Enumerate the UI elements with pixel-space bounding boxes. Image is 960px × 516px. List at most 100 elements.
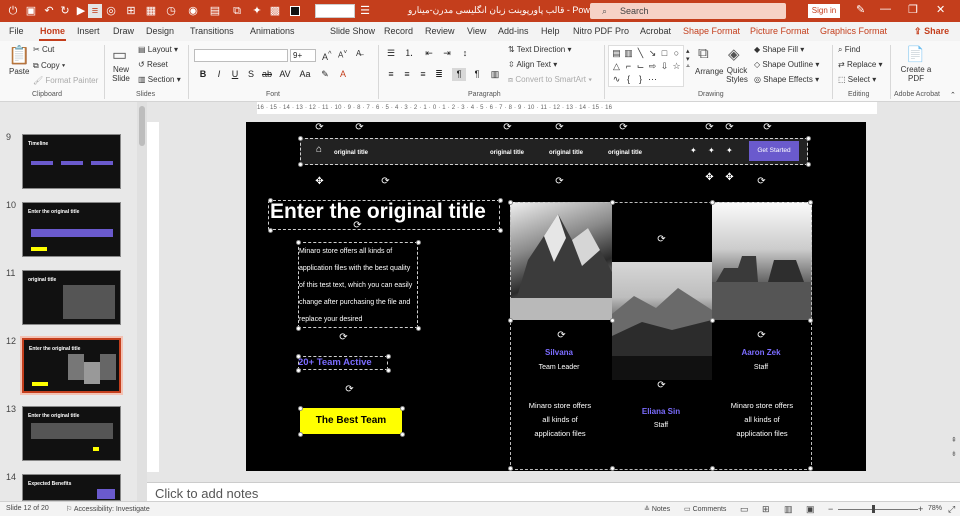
tab-record[interactable]: Record <box>384 26 413 36</box>
resize-handle[interactable] <box>710 466 715 471</box>
picture-icon[interactable]: ▦ <box>144 4 158 18</box>
shadow-icon[interactable]: S <box>244 68 258 81</box>
right-arrow-shape-icon[interactable]: ⇨ <box>647 61 658 71</box>
font-name-input[interactable] <box>194 49 288 62</box>
rotate-handle-icon[interactable]: ⟳ <box>352 220 363 231</box>
slide-thumbnail[interactable]: Timeline <box>22 134 121 189</box>
shape-effects-button[interactable]: ◎ Shape Effects ▾ <box>754 75 819 84</box>
rotate-handle-icon[interactable]: ⟳ <box>656 380 667 391</box>
pen-icon[interactable]: ✎ <box>856 3 865 16</box>
resize-handle[interactable] <box>610 466 615 471</box>
textbox-shape-icon[interactable]: ▤ <box>611 48 622 58</box>
resize-handle[interactable] <box>296 326 301 331</box>
slide-thumbnail[interactable]: Enter the original title <box>22 406 121 461</box>
normal-view-icon[interactable]: ▭ <box>740 504 749 515</box>
tab-animations[interactable]: Animations <box>250 26 295 36</box>
move-handle-icon[interactable]: ✥ <box>314 176 325 187</box>
restore-icon[interactable]: ❐ <box>908 3 918 16</box>
resize-handle[interactable] <box>268 198 273 203</box>
tab-draw[interactable]: Draw <box>113 26 134 36</box>
close-icon[interactable]: ✕ <box>936 3 945 16</box>
replace-button[interactable]: ⇄ Replace ▾ <box>838 60 883 69</box>
resize-handle[interactable] <box>400 432 405 437</box>
move-handle-icon[interactable]: ✥ <box>724 172 735 183</box>
brace-shape-icon[interactable]: { <box>623 74 634 84</box>
zoom-level[interactable]: 78% <box>928 505 942 512</box>
resize-handle[interactable] <box>298 136 303 141</box>
slideshow-view-icon[interactable]: ▣ <box>806 504 815 515</box>
clear-format-icon[interactable]: A̶ <box>356 49 361 58</box>
autosave-icon[interactable]: ⏻ <box>6 4 20 18</box>
layout-button[interactable]: ▤ Layout ▾ <box>138 45 178 54</box>
resize-handle[interactable] <box>806 136 811 141</box>
tab-graphics-format[interactable]: Graphics Format <box>820 26 887 36</box>
scroll-thumb[interactable] <box>139 106 145 146</box>
justify-icon[interactable]: ≣ <box>432 68 446 81</box>
minimize-icon[interactable]: — <box>880 3 891 15</box>
resize-handle[interactable] <box>808 466 813 471</box>
rotate-handle-icon[interactable]: ⟳ <box>756 330 767 341</box>
rtl-icon[interactable]: ¶ <box>452 68 466 81</box>
notes-placeholder[interactable]: Click to add notes <box>155 486 258 501</box>
resize-handle[interactable] <box>508 466 513 471</box>
oval-shape-icon[interactable]: ○ <box>671 48 682 58</box>
resize-handle[interactable] <box>296 240 301 245</box>
font-color-icon[interactable]: A <box>336 68 350 81</box>
save-icon[interactable]: ▣ <box>24 4 38 18</box>
start-from-beginning-icon[interactable]: ▶ <box>74 4 88 18</box>
convert-smartart-button[interactable]: ⧈ Convert to SmartArt ▾ <box>508 75 592 85</box>
tab-design[interactable]: Design <box>146 26 174 36</box>
comments-button[interactable]: ▭ Comments <box>684 505 726 513</box>
tab-review[interactable]: Review <box>425 26 455 36</box>
columns-icon[interactable]: ▥ <box>488 68 502 81</box>
rotate-handle-icon[interactable]: ⟳ <box>502 122 513 133</box>
highlight-icon[interactable]: ✎ <box>318 68 332 81</box>
move-handle-icon[interactable]: ✥ <box>704 172 715 183</box>
zoom-slider[interactable] <box>838 509 918 510</box>
copy-format-icon[interactable]: ⧉ <box>230 4 244 18</box>
share-button[interactable]: ⇪ Share <box>914 26 949 37</box>
resize-handle[interactable] <box>416 240 421 245</box>
tab-insert[interactable]: Insert <box>77 26 100 36</box>
ltr-icon[interactable]: ¶ <box>470 68 484 81</box>
rotate-handle-icon[interactable]: ⟳ <box>724 122 735 133</box>
text-direction-button[interactable]: ⇅ Text Direction ▾ <box>508 45 572 54</box>
quick-styles-button[interactable]: Quick Styles <box>724 66 750 84</box>
resize-handle[interactable] <box>508 318 513 323</box>
tab-file[interactable]: File <box>9 26 24 36</box>
textbox-icon[interactable]: ▤ <box>208 4 222 18</box>
resize-handle[interactable] <box>416 326 421 331</box>
rotate-handle-icon[interactable]: ⟳ <box>354 122 365 133</box>
editor-scrollbar[interactable]: ⇞ ⇟ <box>950 102 960 482</box>
clock-icon[interactable]: ◷ <box>164 4 178 18</box>
rotate-handle-icon[interactable]: ⟳ <box>618 122 629 133</box>
arrange-icon[interactable]: ▩ <box>268 4 282 18</box>
font-name-mini-box[interactable] <box>315 4 355 18</box>
rotate-handle-icon[interactable]: ⟳ <box>656 234 667 245</box>
tab-acrobat[interactable]: Acrobat <box>640 26 671 36</box>
sign-in-button[interactable]: Sign in <box>808 4 840 18</box>
align-text-button[interactable]: ⇳ Align Text ▾ <box>508 60 557 69</box>
arrow-line-shape-icon[interactable]: ↘ <box>647 48 658 58</box>
slide-thumbnail-selected[interactable]: Enter the original title <box>20 336 123 395</box>
collapse-ribbon-icon[interactable]: ⌃ <box>950 91 956 99</box>
best-team-badge[interactable]: The Best Team <box>300 408 402 434</box>
resize-handle[interactable] <box>806 162 811 167</box>
prev-slide-icon[interactable]: ⇞ <box>951 436 957 444</box>
quick-styles-icon[interactable]: ◈ <box>728 45 740 63</box>
undo-icon[interactable]: ↶ <box>42 4 56 18</box>
new-slide-icon[interactable]: ▭ <box>112 45 127 65</box>
decrease-indent-icon[interactable]: ⇤ <box>422 47 436 60</box>
align-left-icon[interactable]: ≡ <box>384 68 398 81</box>
section-button[interactable]: ▥ Section ▾ <box>138 75 181 84</box>
align-right-icon[interactable]: ≡ <box>416 68 430 81</box>
arrange-button[interactable]: Arrange <box>695 67 723 76</box>
slide-thumbnail[interactable]: Expected Benefits <box>22 474 121 501</box>
create-pdf-icon[interactable]: 📄 <box>906 45 925 63</box>
strikethrough-icon[interactable]: ab <box>260 68 274 81</box>
rotate-handle-icon[interactable]: ⟳ <box>762 122 773 133</box>
resize-handle[interactable] <box>268 228 273 233</box>
rotate-handle-icon[interactable]: ⟳ <box>338 332 349 343</box>
list-icon[interactable]: ☰ <box>358 4 372 18</box>
rotate-handle-icon[interactable]: ⟳ <box>554 176 565 187</box>
